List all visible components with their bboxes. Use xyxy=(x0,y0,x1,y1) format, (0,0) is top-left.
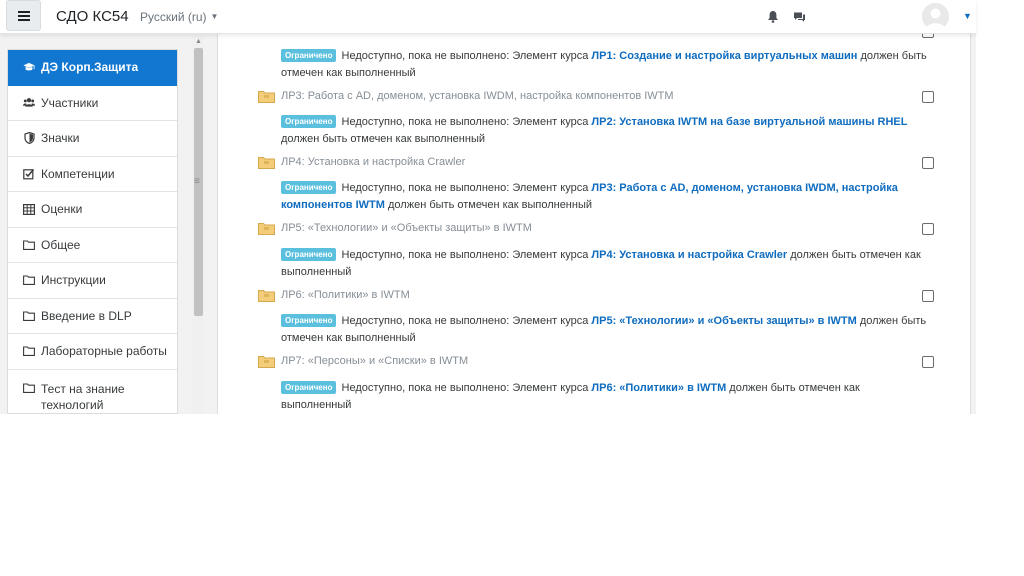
restriction-link[interactable]: ЛР6: «Политики» в IWTM xyxy=(591,382,726,394)
restriction-suffix: должен быть отмечен как выполненный xyxy=(388,199,593,211)
folder-icon xyxy=(23,310,35,322)
drawer-item-label: Лабораторные работы xyxy=(41,344,167,359)
shield-icon xyxy=(23,132,35,145)
user-menu-chevron-icon[interactable]: ▼ xyxy=(963,11,972,21)
user-avatar[interactable] xyxy=(922,3,949,30)
folder-icon xyxy=(23,382,35,394)
completion-checkbox[interactable] xyxy=(922,290,934,302)
language-menu[interactable]: Русский (ru) ▼ xyxy=(140,10,218,24)
restriction-note: Ограничено Недоступно, пока не выполнено… xyxy=(281,380,931,414)
activity-title: ЛР7: «Персоны» и «Списки» в IWTM xyxy=(281,355,469,367)
restriction-link[interactable]: ЛР5: «Технологии» и «Объекты защиты» в I… xyxy=(591,315,856,327)
hamburger-icon xyxy=(17,10,30,21)
drawer-item-label: Компетенции xyxy=(41,166,115,181)
restriction-prefix: Недоступно, пока не выполнено: Элемент к… xyxy=(341,116,589,128)
restricted-badge: Ограничено xyxy=(281,49,337,62)
restricted-badge: Ограничено xyxy=(281,248,337,261)
scroll-up-icon[interactable]: ▲ xyxy=(195,38,202,45)
completion-checkbox[interactable] xyxy=(922,356,934,368)
folder-icon xyxy=(258,288,275,302)
restriction-note: Ограничено Недоступно, пока не выполнено… xyxy=(281,180,931,214)
folder-icon xyxy=(23,239,35,251)
folder-icon xyxy=(258,221,275,235)
activity-title: ЛР6: «Политики» в IWTM xyxy=(281,289,410,301)
activity-title: ЛР4: Установка и настройка Crawler xyxy=(281,156,466,168)
drawer-item-label: Введение в DLP xyxy=(41,308,132,323)
drawer-item-badges[interactable]: Значки xyxy=(8,121,177,157)
drawer-item-label: Тест на знание технологий xyxy=(41,381,125,412)
activity-item[interactable]: ЛР3: Работа с AD, доменом, установка IWD… xyxy=(258,89,674,103)
chevron-down-icon: ▼ xyxy=(210,12,219,21)
activity-item[interactable]: ЛР7: «Персоны» и «Списки» в IWTM xyxy=(258,354,468,368)
drawer-item-participants[interactable]: Участники xyxy=(8,86,177,121)
drawer-item-labs[interactable]: Лабораторные работы xyxy=(8,334,177,370)
top-navbar: СДО КС54 Русский (ru) ▼ ▼ xyxy=(0,0,976,34)
completion-checkbox[interactable] xyxy=(922,91,934,103)
table-icon xyxy=(23,203,35,215)
activity-item[interactable]: ЛР5: «Технологии» и «Объекты защиты» в I… xyxy=(258,221,532,235)
drawer-item-competencies[interactable]: Компетенции xyxy=(8,157,177,192)
drawer-item-label: Общее xyxy=(41,237,81,252)
graduation-cap-icon xyxy=(23,61,35,73)
drawer-item-label: Оценки xyxy=(41,202,83,217)
restriction-link[interactable]: ЛР2: Установка IWTM на базе виртуальной … xyxy=(591,116,907,128)
restriction-prefix: Недоступно, пока не выполнено: Элемент к… xyxy=(341,382,589,394)
checkbox-icon xyxy=(23,168,35,180)
nav-drawer-list: ДЭ Корп.Защита Участники Значки Компетен… xyxy=(7,49,178,414)
restriction-note: Ограничено Недоступно, пока не выполнено… xyxy=(281,247,931,281)
drawer-item-label: Участники xyxy=(41,95,99,110)
restriction-prefix: Недоступно, пока не выполнено: Элемент к… xyxy=(341,182,589,194)
drawer-item-grades[interactable]: Оценки xyxy=(8,192,177,228)
folder-icon xyxy=(23,345,35,357)
activity-item[interactable]: ЛР6: «Политики» в IWTM xyxy=(258,288,410,302)
restriction-prefix: Недоступно, пока не выполнено: Элемент к… xyxy=(341,50,589,62)
drawer-item-course[interactable]: ДЭ Корп.Защита xyxy=(8,50,177,86)
folder-icon xyxy=(258,155,275,169)
restriction-link[interactable]: ЛР1: Создание и настройка виртуальных ма… xyxy=(591,50,857,62)
restriction-link[interactable]: ЛР4: Установка и настройка Crawler xyxy=(591,249,787,261)
messages-icon[interactable] xyxy=(793,10,806,28)
notifications-bell-icon[interactable] xyxy=(767,10,779,28)
site-name[interactable]: СДО КС54 xyxy=(56,8,129,25)
resize-grip-icon[interactable]: ≡ xyxy=(194,176,200,187)
drawer-item-tech-test[interactable]: Тест на знание технологий xyxy=(8,370,177,414)
language-label: Русский (ru) xyxy=(140,10,207,24)
activity-title: ЛР5: «Технологии» и «Объекты защиты» в I… xyxy=(281,222,532,234)
activity-item[interactable]: ЛР4: Установка и настройка Crawler xyxy=(258,155,465,169)
restriction-note: Ограничено Недоступно, пока не выполнено… xyxy=(281,313,931,347)
drawer-item-general[interactable]: Общее xyxy=(8,228,177,263)
drawer-item-intro-dlp[interactable]: Введение в DLP xyxy=(8,299,177,334)
restricted-badge: Ограничено xyxy=(281,381,337,394)
restricted-badge: Ограничено xyxy=(281,115,337,128)
restriction-note: Ограничено Недоступно, пока не выполнено… xyxy=(281,48,931,82)
restriction-suffix: должен быть отмечен как выполненный xyxy=(281,133,485,145)
folder-icon xyxy=(258,89,275,103)
restriction-prefix: Недоступно, пока не выполнено: Элемент к… xyxy=(341,249,589,261)
completion-checkbox[interactable] xyxy=(922,157,934,169)
completion-checkbox[interactable] xyxy=(922,223,934,235)
restriction-note: Ограничено Недоступно, пока не выполнено… xyxy=(281,114,931,148)
drawer-item-instructions[interactable]: Инструкции xyxy=(8,263,177,299)
restriction-prefix: Недоступно, пока не выполнено: Элемент к… xyxy=(341,315,589,327)
drawer-item-label: Инструкции xyxy=(41,273,106,288)
drawer-item-label: Значки xyxy=(41,131,80,146)
empty-area xyxy=(0,414,1024,576)
restricted-badge: Ограничено xyxy=(281,181,337,194)
restricted-badge: Ограничено xyxy=(281,314,337,327)
drawer-item-label: ДЭ Корп.Защита xyxy=(41,60,139,75)
nav-drawer: ДЭ Корп.Защита Участники Значки Компетен… xyxy=(0,34,206,414)
folder-icon xyxy=(258,354,275,368)
activity-title: ЛР3: Работа с AD, доменом, установка IWD… xyxy=(281,90,674,102)
users-icon xyxy=(23,97,35,109)
menu-toggle-button[interactable] xyxy=(6,0,41,31)
folder-icon xyxy=(23,274,35,286)
